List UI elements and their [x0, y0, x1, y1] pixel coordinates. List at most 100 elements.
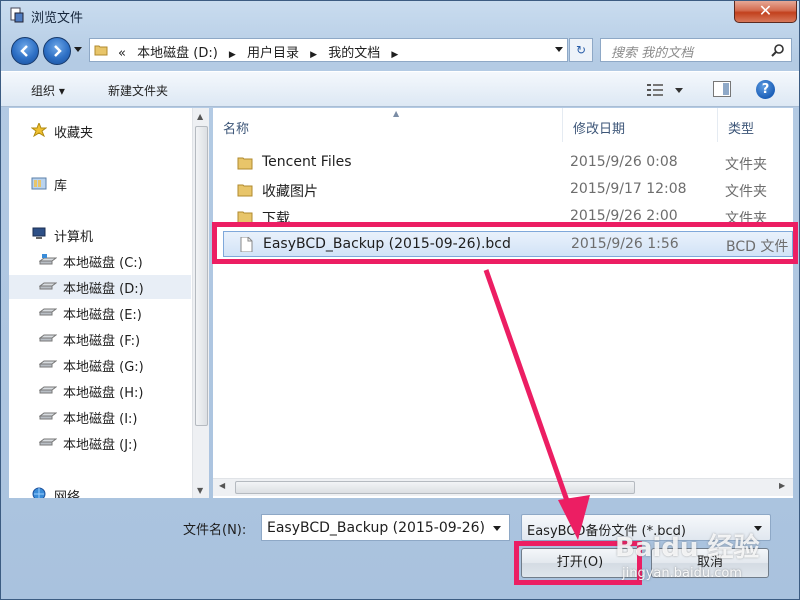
search-box[interactable]: 搜索 我的文档	[600, 38, 792, 62]
file-date: 2015/9/17 12:08	[570, 181, 687, 197]
file-list: 名称 ▲ 修改日期 类型 Tencent Files 2015/9/26 0:0…	[213, 108, 793, 498]
nav-item-favorites[interactable]: 收藏夹	[9, 119, 191, 143]
address-history-dropdown[interactable]	[555, 47, 563, 52]
computer-icon	[31, 227, 47, 241]
star-icon	[30, 121, 48, 138]
nav-item-drive-i[interactable]: 本地磁盘 (I:)	[9, 405, 191, 429]
baidu-watermark-url: jingyan.baidu.com	[622, 566, 742, 581]
organize-button[interactable]: 组织 ▾	[31, 82, 65, 99]
address-bar[interactable]: « 本地磁盘 (D:) ▶ 用户目录 ▶ 我的文档 ▶	[89, 38, 568, 62]
file-row-selected[interactable]: EasyBCD_Backup (2015-09-26).bcd 2015/9/2…	[223, 231, 793, 257]
file-name: 下载	[262, 211, 290, 227]
scroll-right-icon[interactable]: ▶	[779, 481, 785, 490]
recent-locations-dropdown[interactable]	[74, 47, 82, 52]
file-row[interactable]: Tencent Files 2015/9/26 0:08 文件夹	[223, 150, 793, 176]
forward-button[interactable]	[43, 37, 71, 65]
column-header-label: 名称	[223, 122, 250, 137]
nav-item-label: 计算机	[54, 230, 94, 245]
filename-label: 文件名(N):	[183, 523, 247, 538]
column-header-date[interactable]: 修改日期	[563, 108, 718, 142]
back-button[interactable]	[11, 37, 39, 65]
nav-scrollbar[interactable]: ▲ ▼	[192, 108, 209, 498]
nav-item-drive-j[interactable]: 本地磁盘 (J:)	[9, 431, 191, 455]
nav-item-label: 本地磁盘 (I:)	[63, 412, 138, 427]
nav-item-label: 收藏夹	[54, 126, 94, 141]
file-date: 2015/9/26 0:08	[570, 154, 678, 170]
scrollbar-thumb[interactable]	[195, 126, 208, 426]
nav-item-computer[interactable]: 计算机	[9, 223, 191, 247]
folder-icon	[237, 184, 253, 197]
nav-item-drive-e[interactable]: 本地磁盘 (E:)	[9, 301, 191, 325]
preview-pane-icon[interactable]	[713, 81, 731, 97]
nav-item-drive-h[interactable]: 本地磁盘 (H:)	[9, 379, 191, 403]
nav-item-label: 网络	[54, 490, 81, 498]
file-browse-dialog: 浏览文件 ✕ « 本地磁盘 (D:) ▶ 用户目录 ▶ 我的文档 ▶ ↻ 搜索 …	[0, 0, 800, 600]
window-title: 浏览文件	[31, 11, 84, 26]
folder-icon	[237, 157, 253, 170]
close-button[interactable]: ✕	[734, 1, 797, 23]
column-header-type[interactable]: 类型	[718, 108, 793, 142]
command-bar: 组织 ▾ 新建文件夹 ?	[1, 71, 799, 107]
breadcrumb-item[interactable]: 用户目录	[247, 46, 299, 61]
chevron-right-icon[interactable]: ▶	[391, 50, 398, 60]
nav-item-label: 本地磁盘 (D:)	[63, 282, 144, 297]
file-name: Tencent Files	[262, 154, 352, 170]
filename-value: EasyBCD_Backup (2015-09-26)	[267, 520, 485, 536]
nav-item-label: 本地磁盘 (C:)	[63, 256, 143, 271]
file-date: 2015/9/26 1:56	[571, 236, 679, 252]
drive-icon	[38, 331, 58, 345]
scroll-down-icon[interactable]: ▼	[197, 486, 203, 495]
nav-item-drive-d[interactable]: 本地磁盘 (D:)	[9, 275, 191, 299]
drive-icon	[38, 435, 58, 449]
drive-icon	[38, 409, 58, 423]
breadcrumb-item[interactable]: 我的文档	[328, 46, 380, 61]
chevron-right-icon[interactable]: ▶	[310, 50, 317, 60]
column-header-name[interactable]: 名称 ▲	[213, 108, 563, 142]
nav-item-label: 本地磁盘 (H:)	[63, 386, 144, 401]
file-row[interactable]: 下载 2015/9/26 2:00 文件夹	[223, 204, 793, 230]
search-input[interactable]: 搜索 我的文档	[611, 42, 693, 61]
network-icon	[31, 487, 47, 498]
view-options-icon[interactable]	[645, 82, 685, 98]
file-row[interactable]: 收藏图片 2015/9/17 12:08 文件夹	[223, 177, 793, 203]
arrow-right-icon	[54, 45, 62, 57]
folder-icon	[94, 45, 108, 56]
drive-windows-icon	[38, 253, 58, 267]
file-name: 收藏图片	[262, 184, 318, 200]
refresh-button[interactable]: ↻	[569, 38, 593, 62]
nav-item-label: 本地磁盘 (F:)	[63, 334, 141, 349]
column-header-label: 类型	[728, 122, 755, 137]
nav-item-label: 库	[54, 179, 68, 194]
file-icon	[240, 237, 253, 252]
nav-item-drive-c[interactable]: 本地磁盘 (C:)	[9, 249, 191, 273]
title-bar: 浏览文件 ✕	[1, 1, 799, 31]
filename-field[interactable]: EasyBCD_Backup (2015-09-26)	[261, 514, 510, 541]
new-folder-button[interactable]: 新建文件夹	[108, 82, 168, 99]
scroll-up-icon[interactable]: ▲	[197, 112, 203, 121]
file-type: 文件夹	[725, 157, 767, 173]
file-name: EasyBCD_Backup (2015-09-26).bcd	[263, 236, 511, 252]
chevron-down-icon[interactable]	[493, 526, 501, 531]
drive-icon	[38, 383, 58, 397]
drive-icon	[38, 357, 58, 371]
baidu-watermark: Baidu 经验	[615, 533, 760, 563]
nav-item-label: 本地磁盘 (G:)	[63, 360, 144, 375]
column-header-label: 修改日期	[573, 122, 626, 137]
navigation-pane: 收藏夹 库 计算机 本地磁盘 (C:) 本地磁盘 (D:) 本地磁盘 (E:) …	[9, 108, 209, 498]
breadcrumb-item[interactable]: 本地磁盘 (D:)	[137, 46, 218, 61]
nav-item-network[interactable]: 网络	[9, 483, 191, 498]
scroll-left-icon[interactable]: ◀	[219, 481, 225, 490]
nav-item-drive-g[interactable]: 本地磁盘 (G:)	[9, 353, 191, 377]
nav-item-libraries[interactable]: 库	[9, 172, 191, 196]
breadcrumb-overflow[interactable]: «	[118, 46, 126, 61]
file-list-hscrollbar[interactable]: ◀ ▶	[213, 478, 793, 496]
drive-icon	[38, 305, 58, 319]
file-date: 2015/9/26 2:00	[570, 208, 678, 224]
nav-item-drive-f[interactable]: 本地磁盘 (F:)	[9, 327, 191, 351]
search-icon[interactable]	[771, 43, 785, 57]
app-icon	[10, 7, 24, 23]
chevron-right-icon[interactable]: ▶	[229, 50, 236, 60]
help-button[interactable]: ?	[756, 80, 775, 99]
scrollbar-thumb[interactable]	[235, 481, 635, 494]
sort-ascending-icon: ▲	[393, 109, 400, 118]
